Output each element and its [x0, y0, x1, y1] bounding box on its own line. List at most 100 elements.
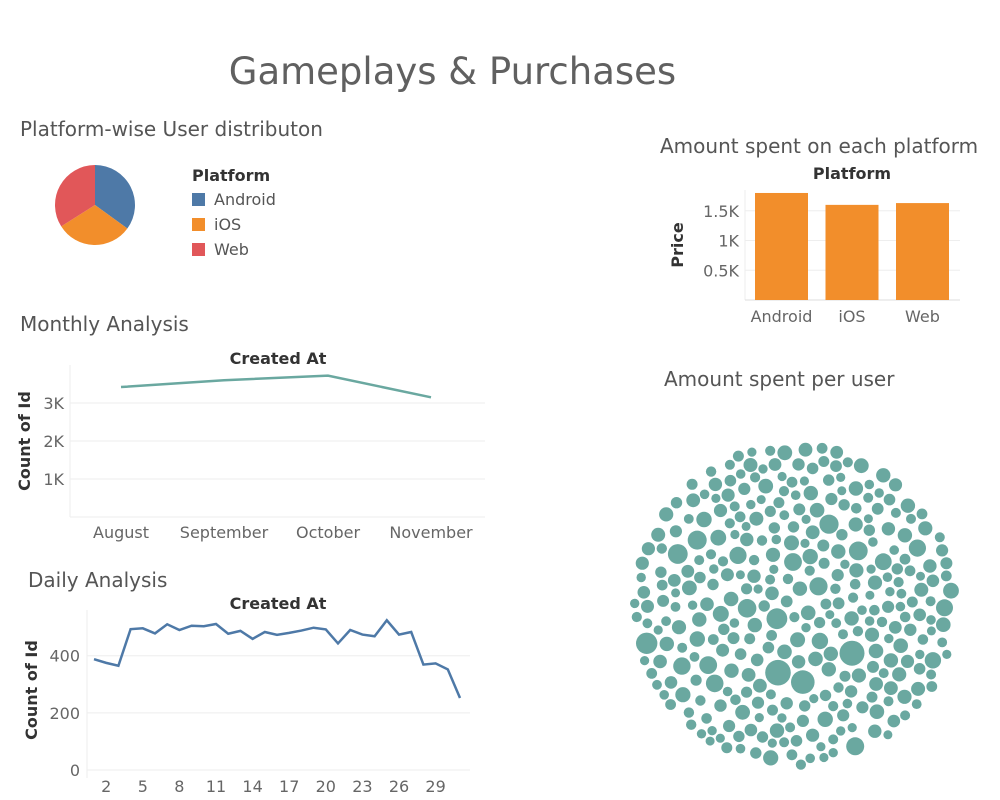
user-bubble[interactable]: [673, 657, 691, 675]
user-bubble[interactable]: [661, 616, 671, 627]
user-bubble[interactable]: [730, 529, 740, 540]
user-bubble[interactable]: [786, 749, 798, 761]
user-bubble[interactable]: [869, 704, 885, 719]
user-bubble[interactable]: [707, 578, 719, 591]
user-bubble[interactable]: [830, 583, 841, 594]
user-bubble[interactable]: [863, 514, 873, 524]
user-bubble[interactable]: [937, 637, 948, 648]
user-bubble[interactable]: [838, 629, 848, 640]
user-bubble[interactable]: [801, 514, 811, 524]
user-bubble[interactable]: [735, 570, 745, 580]
user-bubble[interactable]: [700, 597, 714, 611]
user-bubble[interactable]: [750, 653, 764, 667]
user-bubble[interactable]: [820, 598, 832, 610]
user-bubble[interactable]: [687, 600, 698, 610]
user-bubble[interactable]: [641, 542, 655, 556]
legend-item-web[interactable]: Web: [192, 237, 276, 262]
user-bubble[interactable]: [686, 478, 698, 490]
user-bubble[interactable]: [868, 724, 882, 738]
user-bubble[interactable]: [705, 674, 724, 693]
user-bubble[interactable]: [734, 648, 747, 660]
legend-item-ios[interactable]: iOS: [192, 212, 276, 237]
user-bubble[interactable]: [682, 580, 697, 596]
user-bubble[interactable]: [765, 547, 781, 562]
user-bubble[interactable]: [868, 643, 884, 659]
user-bubble[interactable]: [864, 627, 880, 642]
user-bubble[interactable]: [848, 517, 863, 532]
user-bubble[interactable]: [670, 602, 681, 612]
user-bubble[interactable]: [716, 643, 730, 657]
user-bubble[interactable]: [753, 678, 767, 693]
daily-line[interactable]: [93, 618, 462, 699]
user-bubble[interactable]: [723, 719, 736, 733]
user-bubble[interactable]: [764, 505, 776, 517]
user-bubble[interactable]: [705, 549, 717, 560]
user-bubble[interactable]: [671, 588, 681, 598]
user-bubble[interactable]: [799, 700, 811, 712]
user-bubble[interactable]: [744, 723, 758, 737]
user-bubble[interactable]: [821, 662, 836, 677]
user-bubble[interactable]: [926, 669, 937, 680]
user-bubble[interactable]: [836, 726, 846, 736]
user-bubble[interactable]: [659, 636, 674, 652]
user-bubble[interactable]: [790, 632, 806, 648]
user-bubble[interactable]: [851, 668, 866, 683]
user-bubble[interactable]: [724, 518, 735, 529]
user-bubble[interactable]: [699, 656, 718, 674]
user-bubble[interactable]: [876, 616, 888, 628]
user-bubble[interactable]: [735, 743, 746, 754]
user-bubble[interactable]: [671, 620, 687, 635]
user-bubble[interactable]: [784, 535, 799, 551]
user-bubble[interactable]: [940, 557, 953, 570]
user-bubble[interactable]: [871, 502, 884, 515]
user-bubble[interactable]: [891, 563, 903, 575]
user-bubble[interactable]: [913, 608, 926, 622]
user-bubble[interactable]: [811, 632, 829, 650]
user-bubble[interactable]: [747, 569, 761, 583]
user-bubble[interactable]: [926, 681, 938, 692]
monthly-line[interactable]: [120, 374, 432, 399]
user-bubble[interactable]: [800, 538, 810, 548]
user-bubble[interactable]: [777, 445, 793, 461]
user-bubble[interactable]: [723, 591, 739, 607]
user-bubble[interactable]: [762, 641, 775, 654]
user-bubble[interactable]: [936, 544, 949, 557]
user-bubble[interactable]: [791, 655, 806, 669]
user-bubble[interactable]: [844, 611, 859, 626]
user-bubble[interactable]: [780, 595, 793, 608]
user-bubble[interactable]: [817, 539, 830, 552]
user-bubble[interactable]: [866, 564, 876, 574]
user-bubble[interactable]: [838, 499, 850, 511]
user-bubble[interactable]: [887, 714, 901, 728]
user-bubble[interactable]: [848, 541, 868, 561]
user-bubble[interactable]: [730, 694, 741, 706]
user-bubble[interactable]: [712, 605, 729, 622]
user-bubble[interactable]: [655, 566, 667, 578]
user-bubble[interactable]: [778, 486, 790, 497]
user-bubble[interactable]: [724, 474, 737, 487]
user-bubble[interactable]: [735, 704, 750, 720]
user-bubble[interactable]: [733, 730, 745, 743]
user-bubble[interactable]: [828, 701, 839, 712]
user-bubble[interactable]: [741, 668, 756, 682]
user-bubble[interactable]: [710, 529, 727, 546]
user-bubble[interactable]: [767, 738, 777, 748]
user-bubble[interactable]: [863, 492, 874, 503]
user-bubble[interactable]: [825, 610, 835, 620]
user-bubble[interactable]: [669, 525, 682, 538]
user-bubble[interactable]: [737, 599, 757, 618]
user-bubble[interactable]: [715, 733, 725, 743]
user-bubble[interactable]: [741, 686, 753, 698]
user-bubble[interactable]: [801, 623, 811, 633]
user-bubble[interactable]: [809, 502, 825, 518]
user-bubble[interactable]: [899, 553, 911, 565]
user-bubble[interactable]: [631, 611, 642, 623]
user-bubble[interactable]: [832, 597, 845, 610]
user-bubble[interactable]: [780, 697, 793, 710]
user-bubble[interactable]: [805, 753, 815, 764]
user-bubble[interactable]: [709, 564, 719, 574]
user-bubble[interactable]: [882, 600, 895, 613]
user-bubble[interactable]: [897, 689, 912, 704]
user-bubble[interactable]: [895, 601, 906, 612]
user-bubble[interactable]: [849, 578, 861, 590]
